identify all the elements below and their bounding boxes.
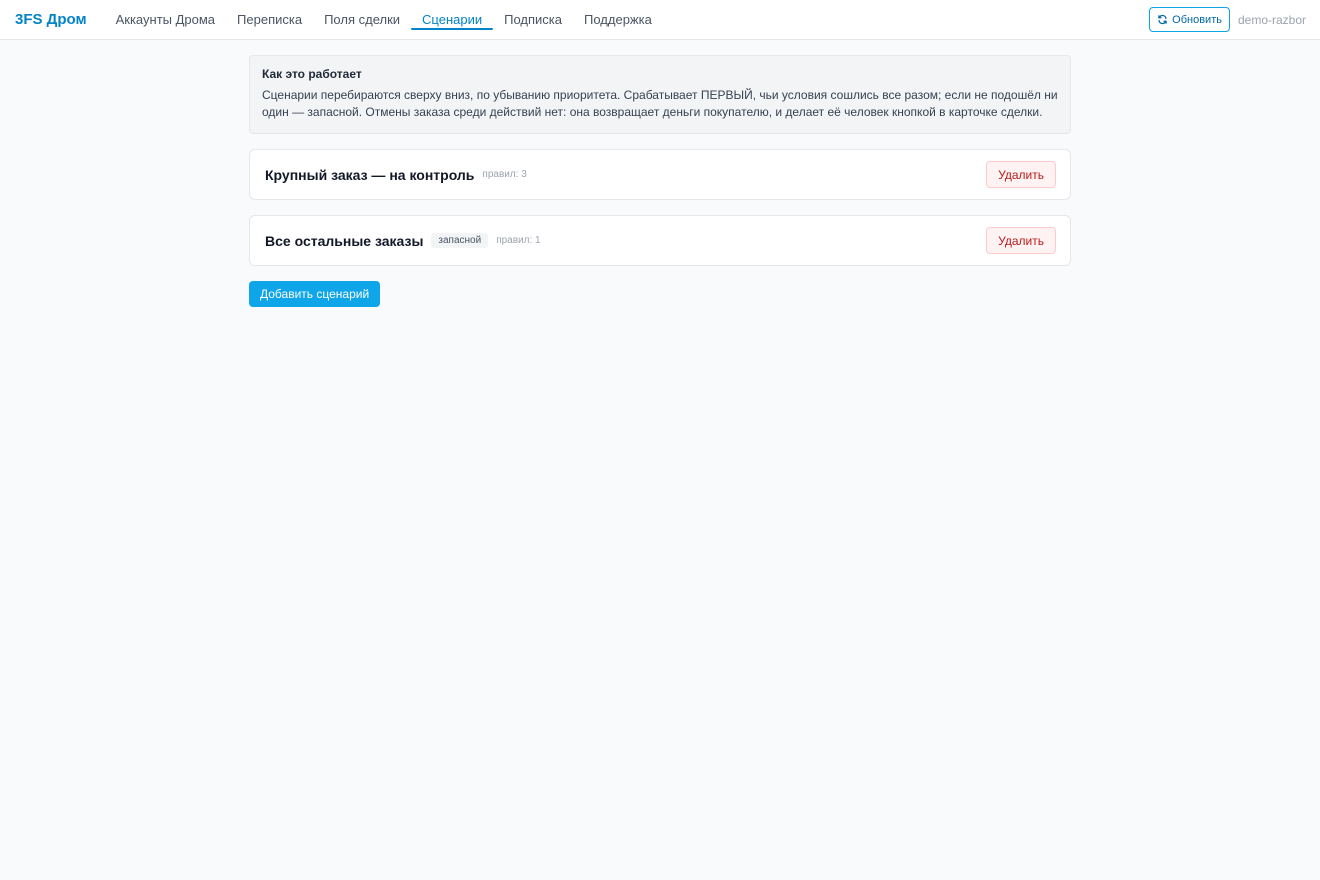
topbar-actions: Обновить demo-razbor — [1149, 7, 1306, 32]
nav-item-scenarios[interactable]: Сценарии — [411, 0, 494, 39]
main-content: Как это работает Сценарии перебираются с… — [249, 55, 1071, 307]
top-bar: 3FS Дром Аккаунты Дрома Переписка Поля с… — [0, 0, 1320, 40]
scenario-card[interactable]: Все остальные заказы запасной правил: 1 … — [249, 215, 1071, 266]
delete-scenario-button[interactable]: Удалить — [986, 161, 1056, 188]
how-it-works-panel: Как это работает Сценарии перебираются с… — [249, 55, 1071, 134]
refresh-button[interactable]: Обновить — [1149, 7, 1230, 32]
nav-item-subscription[interactable]: Подписка — [493, 0, 573, 39]
nav-item-drom-accounts[interactable]: Аккаунты Дрома — [105, 0, 226, 39]
account-name[interactable]: demo-razbor — [1238, 13, 1306, 27]
nav-item-support[interactable]: Поддержка — [573, 0, 663, 39]
add-scenario-button[interactable]: Добавить сценарий — [249, 281, 381, 307]
refresh-button-label: Обновить — [1172, 13, 1222, 26]
refresh-icon — [1157, 14, 1168, 25]
brand-logo[interactable]: 3FS Дром — [15, 11, 87, 28]
scenario-rules-count: правил: 3 — [482, 169, 527, 180]
nav-item-deal-fields[interactable]: Поля сделки — [313, 0, 411, 39]
how-it-works-text: Сценарии перебираются сверху вниз, по уб… — [262, 88, 1058, 119]
nav-item-messages[interactable]: Переписка — [226, 0, 313, 39]
delete-scenario-button[interactable]: Удалить — [986, 227, 1056, 254]
scenario-card[interactable]: Крупный заказ — на контроль правил: 3 Уд… — [249, 149, 1071, 200]
fallback-badge: запасной — [431, 233, 489, 248]
scenario-rules-count: правил: 1 — [496, 235, 541, 246]
main-nav: Аккаунты Дрома Переписка Поля сделки Сце… — [105, 0, 663, 39]
scenario-title[interactable]: Крупный заказ — на контроль — [265, 167, 474, 183]
how-it-works-title: Как это работает — [262, 67, 362, 81]
scenario-title[interactable]: Все остальные заказы — [265, 233, 423, 249]
